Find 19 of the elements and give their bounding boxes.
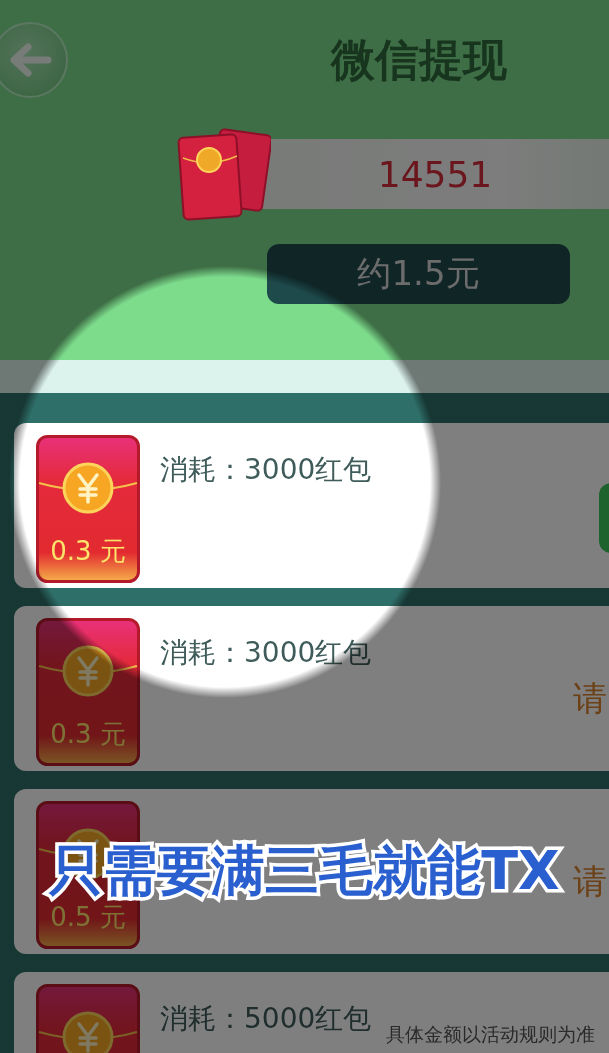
envelope-icon: [36, 435, 140, 583]
amount-label: 0.3 元: [49, 718, 127, 751]
cost-text: 消耗：5000红包: [160, 1001, 372, 1037]
withdraw-option-card[interactable]: 0.3 元 消耗：3000红包 请: [14, 606, 609, 771]
page-title: 微信提现: [329, 32, 508, 87]
envelopes-icon: [175, 126, 271, 222]
cost-text: 消耗：3000红包: [160, 635, 372, 671]
balance-count: 14551: [261, 139, 609, 209]
action-text[interactable]: 请: [573, 859, 607, 905]
amount-label: 0.3 元: [49, 535, 127, 568]
action-text[interactable]: 请: [573, 676, 607, 722]
envelope-icon: [36, 618, 140, 766]
withdraw-option-card[interactable]: 0.3 元 消耗：3000红包: [14, 423, 609, 588]
amount-label: 0.5 元: [49, 901, 127, 934]
withdraw-option-card[interactable]: 消耗：5000红包 具体金额以活动规则为准: [14, 972, 609, 1053]
cost-text: 消耗：3000红包: [160, 452, 372, 488]
left-arrow-icon: [8, 42, 52, 78]
cash-estimate: 约1.5元: [267, 244, 570, 304]
rules-note: 具体金额以活动规则为准: [386, 1022, 595, 1047]
